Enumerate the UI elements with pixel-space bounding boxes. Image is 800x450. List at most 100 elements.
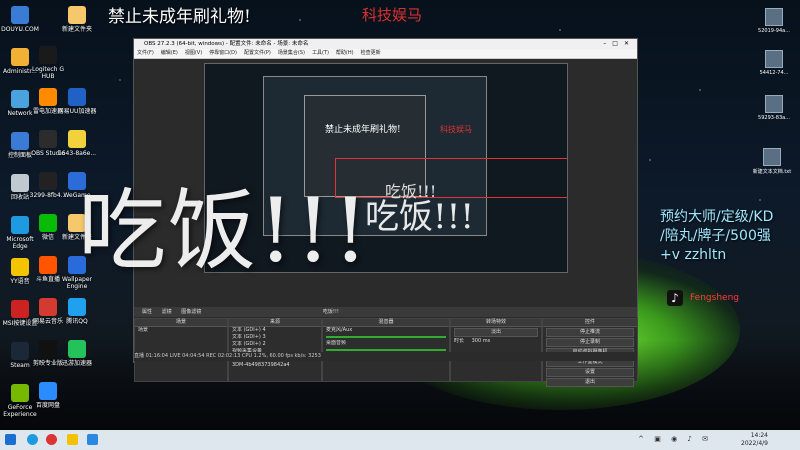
overlay-red-text: 科技娱马 [362,6,423,24]
desktop_icons_col3-desktop-icon[interactable]: 新建文件夹 [57,6,97,33]
overlay-side-ad: 预约大师/定级/KD/陪丸/牌子/500强 +v zzhltn [660,208,800,265]
app-icon [39,382,57,400]
volume-meter[interactable] [326,349,446,351]
app-icon [39,172,57,190]
file-desktop-icon[interactable]: 52019-94a... [754,8,794,34]
edge-taskbar-icon[interactable] [27,434,38,445]
menu-item[interactable]: 检查更新 [361,50,381,56]
menu-item[interactable]: 文件(F) [137,50,154,56]
file-desktop-icon[interactable]: 54412-74... [754,50,794,76]
file-icon [765,95,783,113]
desktop_icons_col3-desktop-icon[interactable]: 迅游加速器 [57,340,97,367]
desktop-icon-label: 新建文件夹 [61,26,92,33]
system-tray-icons[interactable]: ^ ▣ ◉ ♪ ✉ [638,435,712,443]
file-desktop-icon[interactable]: 59293-83a... [754,95,794,121]
obs-docks: 场景 场景 来源 文本 (GDI+) 4 文本 (GDI+) 3 文本 (GDI+)… [134,318,638,387]
windows-start-icon[interactable] [5,434,16,445]
duration-label: 时长 [454,338,465,344]
menu-item[interactable]: 配置文件(P) [244,50,271,56]
desktop-icon-label: DOUYU.COM [1,26,39,33]
menu-item[interactable]: 工具(T) [312,50,329,56]
app-icon [39,298,57,316]
transition-select[interactable]: 淡出 [454,328,538,337]
preview-red-text: 科技娱马 [440,125,472,134]
source-item[interactable]: 文本 (GDI+) 4 [229,327,321,334]
sources-dock[interactable]: 来源 文本 (GDI+) 4 文本 (GDI+) 3 文本 (GDI+) 2 视频采集… [228,318,322,382]
control-button[interactable]: 设置 [546,368,634,377]
app-taskbar-icon[interactable] [87,434,98,445]
folder-taskbar-icon[interactable] [67,434,78,445]
window-controls[interactable]: –□✕ [603,39,635,49]
app-icon [11,342,29,360]
app-icon [39,88,57,106]
app-icon [68,298,86,316]
toolbar-text-value: 吃饭!!! [322,309,339,315]
transitions-dock[interactable]: 转场特效 淡出 时长 300 ms [450,318,542,382]
file-icon [765,50,783,68]
mixer-dock[interactable]: 混音器 麦克风/Aux 桌面音频 [322,318,450,382]
overlay-top-text: 禁止未成年刷礼物! [108,7,251,27]
taskbar: ^ ▣ ◉ ♪ ✉ 14:24 2022/4/9 [0,430,800,450]
file-label: 52019-94a... [758,28,790,34]
overlay-big-text: 吃饭!!! [78,179,371,282]
source-toolbar[interactable]: 属性 滤镜 图像滤镜 吃饭!!! [134,307,637,317]
app-icon [68,130,86,148]
app-icon [11,258,29,276]
control-button[interactable]: 退出 [546,378,634,387]
obs-statusbar: 直播 01:16:04 LIVE 04:04:54 REC 02:02:13 C… [134,352,637,361]
file-label: 新建文本文档.txt [752,169,792,175]
app-icon [11,132,29,150]
clock[interactable]: 14:24 2022/4/9 [741,432,768,448]
source-item[interactable]: 文本 (GDI+) 3 [229,334,321,341]
mixer-channel-label: 桌面音频 [326,340,347,346]
file-icon [763,148,781,166]
scenes-header: 场景 [135,319,227,327]
clock-time: 14:24 [750,432,768,439]
desktop-icon-label: 迅游加速器 [61,360,92,367]
controls-dock[interactable]: 控件 停止推流停止录制启动虚拟摄像机工作室模式设置退出 [542,318,638,387]
sources-header: 来源 [229,319,321,327]
control-button[interactable]: 停止录制 [546,338,634,347]
preview-big-text: 吃饭!!! [365,197,474,237]
app-icon [11,48,29,66]
desktop_icons_col3-desktop-icon[interactable]: 1643-8a6e... [57,130,97,157]
image-filter-button[interactable]: 图像滤镜 [181,309,201,315]
controls-header: 控件 [543,319,637,327]
menu-item[interactable]: 编辑(E) [161,50,178,56]
menu-item[interactable]: 视图(V) [185,50,202,56]
chrome-taskbar-icon[interactable] [46,434,57,445]
properties-button[interactable]: 属性 [142,309,152,315]
source-item[interactable]: 文本 (GDI+) 2 [229,341,321,348]
scenes-dock[interactable]: 场景 场景 [134,318,228,382]
desktop-icon-label: 1643-8a6e... [57,150,97,157]
file-label: 54412-74... [759,70,789,76]
app-icon [39,214,57,232]
menu-item[interactable]: 停靠窗口(D) [209,50,237,56]
menu-item[interactable]: 帮助(H) [336,50,354,56]
desktop_icons_col2-desktop-icon[interactable]: Logitech G HUB [28,46,68,80]
obs-titlebar[interactable]: OBS 27.2.3 (64-bit, windows) - 配置文件: 未命名… [134,39,637,49]
volume-meter[interactable] [326,336,446,338]
tiktok-name: Fengsheng [690,293,739,303]
obs-title-text: OBS 27.2.3 (64-bit, windows) - 配置文件: 未命名… [144,41,309,47]
desktop_icons_col2-desktop-icon[interactable]: 百度网盘 [28,382,68,409]
file-desktop-icon[interactable]: 新建文本文档.txt [752,148,792,175]
duration-input[interactable]: 300 ms [472,338,491,344]
menu-item[interactable]: 场景集合(S) [278,50,305,56]
obs-menubar[interactable]: 文件(F) 编辑(E) 视图(V) 停靠窗口(D) 配置文件(P) 场景集合(S) 工具(T… [134,49,637,59]
desktop_icons_left-desktop-icon[interactable]: DOUYU.COM [0,6,40,33]
filters-button[interactable]: 滤镜 [162,309,172,315]
clock-date: 2022/4/9 [741,440,768,447]
desktop-icon-label: Logitech G HUB [31,66,65,80]
desktop-icon-label: 网易UU加速器 [57,108,97,115]
app-icon [39,46,57,64]
control-button[interactable]: 停止推流 [546,328,634,337]
desktop_icons_col3-desktop-icon[interactable]: 腾讯QQ [57,298,97,325]
source-item[interactable]: 3DM-4b4983739842a4 [229,362,321,369]
file-icon [765,8,783,26]
ad-line: /陪丸/牌子/500强 [660,228,771,244]
desktop-icon-label: 腾讯QQ [66,318,88,325]
desktop-icon-label: 百度网盘 [35,402,60,409]
desktop_icons_col3-desktop-icon[interactable]: 网易UU加速器 [57,88,97,115]
scene-item[interactable]: 场景 [135,327,227,334]
